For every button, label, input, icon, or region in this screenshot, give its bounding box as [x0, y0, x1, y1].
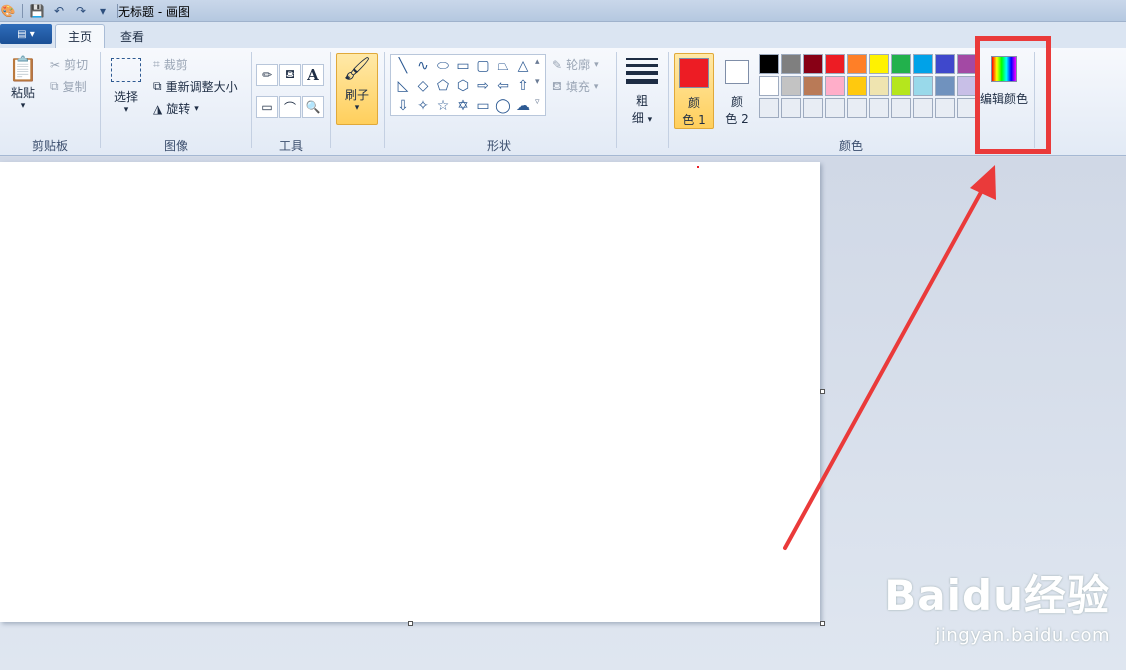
- resize-label: 重新调整大小: [165, 80, 238, 94]
- paste-button[interactable]: 📋 粘贴 ▾: [6, 54, 40, 111]
- resize-handle-right[interactable]: [820, 389, 825, 394]
- ribbon-tab-bar: ▤ ▾ 主页 查看: [0, 22, 1126, 48]
- chevron-down-icon: ▾: [194, 103, 199, 114]
- shapes-group-label: 形状: [486, 139, 511, 153]
- resize-handle-corner[interactable]: [820, 621, 825, 626]
- baidu-watermark: Baidu经验 jingyan.baidu.com: [884, 562, 1110, 646]
- crop-button[interactable]: ⌗ 裁剪: [153, 56, 188, 73]
- size-label-line2: 细 ▾: [631, 111, 653, 125]
- chevron-down-icon: ▾: [20, 101, 26, 111]
- shapes-group: 形状: [384, 48, 614, 156]
- ribbon: 📋 粘贴 ▾ ✂ 剪切 ⧉ 复制 剪贴板 选择 ▾ ⌗ 裁剪 ⧉ 重新调整大小 ◮ 旋转 ▾…: [0, 48, 1126, 156]
- brush-icon: 🖌: [343, 57, 371, 82]
- watermark-url: jingyan.baidu.com: [935, 625, 1110, 646]
- drawing-canvas[interactable]: [0, 162, 820, 622]
- resize-button[interactable]: ⧉ 重新调整大小: [153, 78, 238, 95]
- save-icon[interactable]: 💾: [29, 3, 45, 19]
- annotation-highlight-box: [975, 36, 1051, 154]
- cut-label: 剪切: [64, 58, 89, 72]
- tools-group: ✏ ⛾ A ▭ ⌒ 🔍 工具: [252, 48, 330, 156]
- cut-button[interactable]: ✂ 剪切: [50, 56, 88, 73]
- scissors-icon: ✂: [50, 57, 61, 72]
- crop-icon: ⌗: [153, 57, 160, 71]
- copy-icon: ⧉: [50, 79, 59, 93]
- copy-label: 复制: [62, 80, 87, 94]
- size-button[interactable]: 粗 细 ▾: [623, 54, 661, 126]
- text-tool-icon[interactable]: A: [302, 64, 324, 86]
- title-bar: 🎨 💾 ↶ ↷ ▾ 无标题 - 画图: [0, 0, 1126, 22]
- eraser-icon[interactable]: ▭: [256, 96, 278, 118]
- rotate-icon: ◮: [153, 101, 163, 116]
- clipboard-icon: 📋: [8, 55, 38, 83]
- tools-group-label: 工具: [278, 139, 303, 153]
- red-dot: [697, 166, 699, 168]
- copy-button[interactable]: ⧉ 复制: [50, 78, 87, 95]
- menu-icon: ▤ ▾: [17, 28, 35, 40]
- quick-access-toolbar: 🎨 💾 ↶ ↷ ▾: [0, 3, 118, 19]
- divider: [22, 4, 23, 18]
- rotate-label: 旋转: [166, 102, 191, 116]
- color-picker-icon[interactable]: ⌒: [279, 96, 301, 118]
- window-title: 无标题 - 画图: [118, 5, 190, 19]
- watermark-logo: Baidu经验: [884, 571, 1110, 620]
- resize-icon: ⧉: [153, 79, 162, 93]
- customize-dropdown-icon[interactable]: ▾: [95, 3, 111, 19]
- image-group: 选择 ▾ ⌗ 裁剪 ⧉ 重新调整大小 ◮ 旋转 ▾ 图像: [101, 48, 251, 156]
- line-thickness-icon: [626, 58, 658, 84]
- resize-handle-bottom[interactable]: [408, 621, 413, 626]
- brushes-label: 刷子: [344, 88, 369, 102]
- brushes-button[interactable]: 🖌 刷子 ▾: [336, 53, 378, 125]
- group-divider: [330, 52, 331, 148]
- tools-row-1: ✏ ⛾ A: [256, 64, 324, 86]
- image-group-label: 图像: [163, 139, 188, 153]
- select-rectangle-icon: [111, 58, 141, 82]
- clipboard-group: 📋 粘贴 ▾ ✂ 剪切 ⧉ 复制 剪贴板: [0, 48, 100, 156]
- crop-label: 裁剪: [163, 58, 188, 72]
- select-label: 选择: [113, 90, 138, 104]
- tools-row-2: ▭ ⌒ 🔍: [256, 96, 324, 118]
- tab-home[interactable]: 主页: [55, 24, 106, 48]
- fill-bucket-icon[interactable]: ⛾: [279, 64, 301, 86]
- chevron-down-icon: ▾: [354, 103, 360, 113]
- chevron-down-icon: ▾: [123, 105, 129, 115]
- tab-view[interactable]: 查看: [108, 24, 156, 48]
- paint-app-icon[interactable]: 🎨: [0, 3, 16, 19]
- paint-menu-button[interactable]: ▤ ▾: [0, 24, 52, 44]
- select-button[interactable]: 选择 ▾: [109, 56, 143, 115]
- group-divider: [616, 52, 617, 148]
- pencil-icon[interactable]: ✏: [256, 64, 278, 86]
- magnifier-icon[interactable]: 🔍: [302, 96, 324, 118]
- rotate-button[interactable]: ◮ 旋转 ▾: [153, 100, 199, 117]
- redo-icon[interactable]: ↷: [73, 3, 89, 19]
- paste-label: 粘贴: [10, 86, 35, 100]
- size-label-line1: 粗: [635, 94, 648, 108]
- undo-icon[interactable]: ↶: [51, 3, 67, 19]
- clipboard-group-label: 剪贴板: [31, 139, 68, 153]
